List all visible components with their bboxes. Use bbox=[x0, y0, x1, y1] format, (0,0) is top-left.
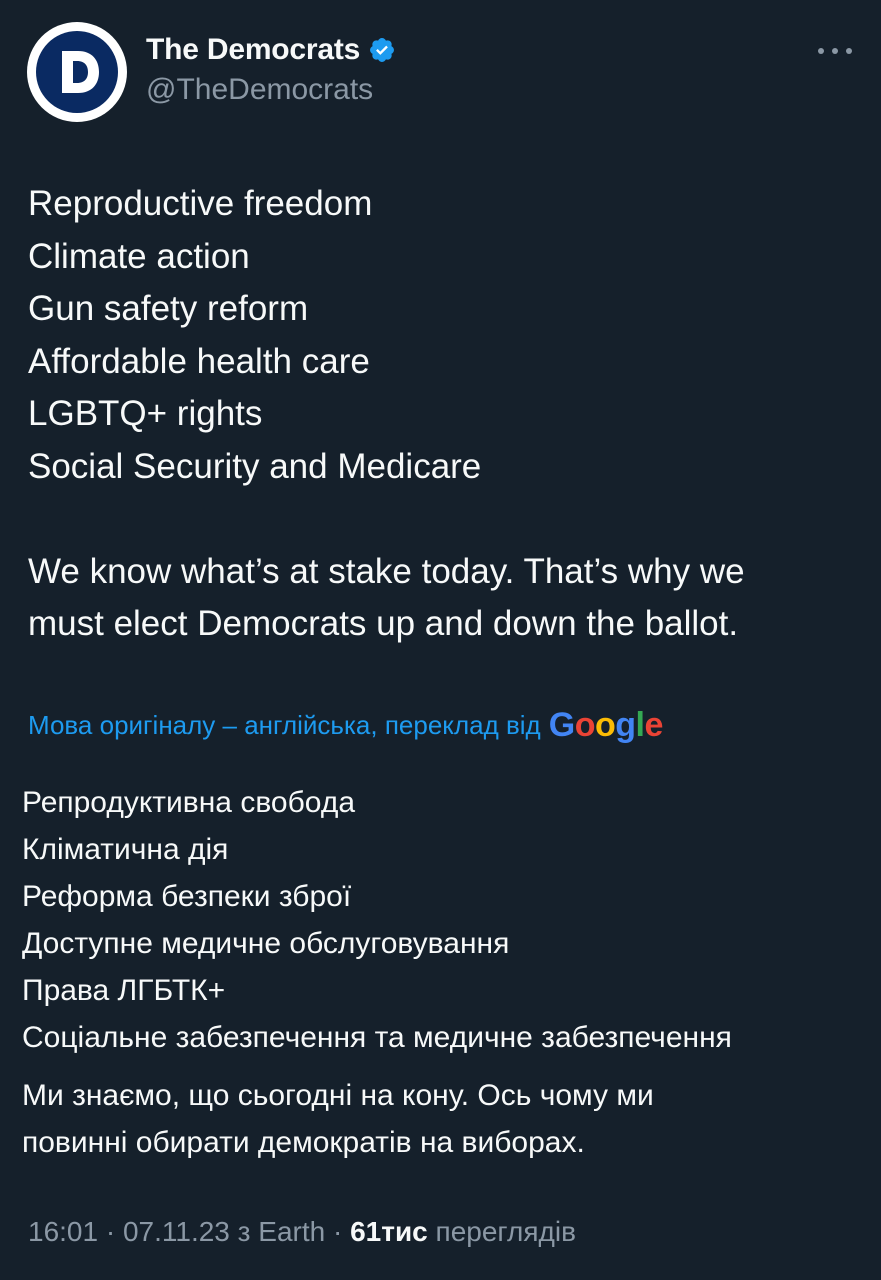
tweet-time[interactable]: 16:01 bbox=[28, 1216, 98, 1247]
democrats-d-icon bbox=[62, 51, 99, 93]
democrats-logo bbox=[36, 31, 118, 113]
tweet-line: Climate action bbox=[28, 236, 250, 276]
tweet-line: Reproductive freedom bbox=[28, 184, 373, 223]
translated-paragraph: Ми знаємо, що сьогодні на кону. Ось чому… bbox=[22, 1072, 867, 1166]
author-name-row[interactable]: The Democrats bbox=[146, 30, 396, 70]
translated-text: Репродуктивна свобода Кліматична дія Реф… bbox=[22, 779, 867, 1061]
translated-line: Репродуктивна свобода bbox=[22, 786, 356, 819]
meta-separator: · bbox=[325, 1216, 351, 1247]
views-count[interactable]: 61тис bbox=[350, 1216, 428, 1247]
tweet-line: Social Security and Medicare bbox=[28, 446, 482, 486]
tweet-line: Gun safety reform bbox=[28, 289, 309, 328]
tweet-meta: 16:01 · 07.11.23 з Earth · 61тис перегля… bbox=[28, 1216, 576, 1248]
more-options-icon[interactable] bbox=[818, 46, 852, 56]
translated-line: Ми знаємо, що сьогодні на кону. Ось чому… bbox=[22, 1079, 654, 1112]
author-name[interactable]: The Democrats bbox=[146, 33, 360, 67]
tweet-line: Affordable health care bbox=[28, 341, 370, 381]
translated-line: повинні обирати демократів на виборах. bbox=[22, 1126, 585, 1159]
tweet-date[interactable]: 07.11.23 bbox=[123, 1216, 230, 1247]
google-logo: Google bbox=[548, 705, 664, 744]
views-label[interactable]: переглядів bbox=[436, 1216, 576, 1247]
tweet-line: LGBTQ+ rights bbox=[28, 394, 263, 433]
verified-badge-icon[interactable] bbox=[368, 36, 396, 64]
more-dot bbox=[846, 48, 852, 54]
translated-line: Доступне медичне обслуговування bbox=[22, 927, 510, 960]
more-dot bbox=[818, 48, 824, 54]
tweet-card: The Democrats @TheDemocrats Reproductive… bbox=[0, 0, 881, 1280]
translation-notice[interactable]: Мова оригіналу – англійська, переклад ві… bbox=[28, 704, 663, 746]
meta-separator: · bbox=[98, 1216, 123, 1247]
more-dot bbox=[832, 48, 838, 54]
translated-line: Реформа безпеки зброї bbox=[22, 880, 352, 913]
tweet-source: з Earth bbox=[237, 1216, 326, 1247]
tweet-text: Reproductive freedom Climate action Gun … bbox=[28, 178, 858, 651]
translated-line: Кліматична дія bbox=[22, 833, 229, 866]
translated-line: Соціальне забезпечення та медичне забезп… bbox=[22, 1021, 732, 1054]
translated-line: Права ЛГБТК+ bbox=[22, 974, 226, 1007]
tweet-line: must elect Democrats up and down the bal… bbox=[28, 604, 739, 643]
avatar[interactable] bbox=[27, 22, 127, 122]
author-handle[interactable]: @TheDemocrats bbox=[146, 73, 373, 107]
translation-notice-text[interactable]: Мова оригіналу – англійська, переклад ві… bbox=[28, 710, 541, 741]
tweet-line: We know what’s at stake today. That’s wh… bbox=[28, 551, 745, 591]
